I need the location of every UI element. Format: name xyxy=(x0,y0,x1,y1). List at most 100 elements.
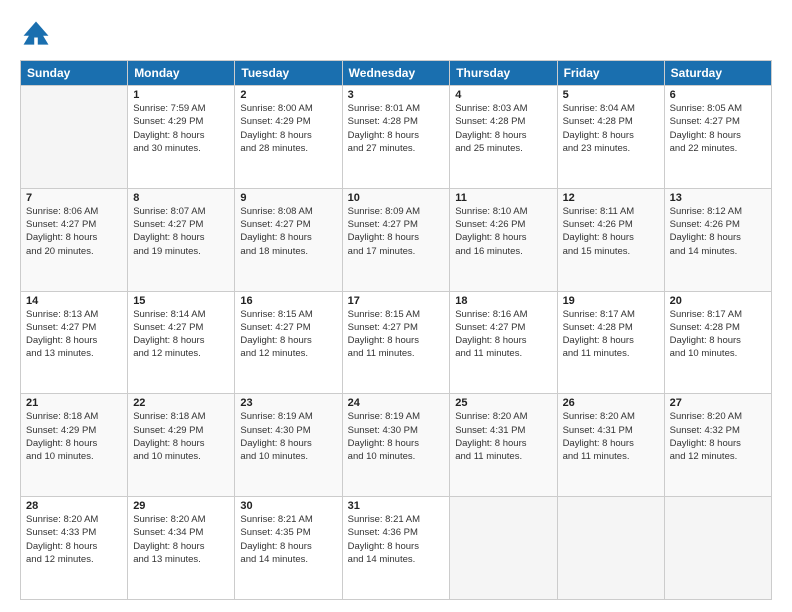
daylight-minutes-label: and 25 minutes. xyxy=(455,143,523,154)
sunset-label: Sunset: 4:27 PM xyxy=(348,219,418,230)
calendar-cell: 24Sunrise: 8:19 AMSunset: 4:30 PMDayligh… xyxy=(342,394,450,497)
daylight-minutes-label: and 10 minutes. xyxy=(348,451,416,462)
day-info: Sunrise: 8:17 AMSunset: 4:28 PMDaylight:… xyxy=(670,308,766,361)
sunrise-label: Sunrise: 8:00 AM xyxy=(240,103,312,114)
calendar-cell: 2Sunrise: 8:00 AMSunset: 4:29 PMDaylight… xyxy=(235,86,342,189)
daylight-minutes-label: and 22 minutes. xyxy=(670,143,738,154)
daylight-label: Daylight: 8 hours xyxy=(240,130,311,141)
day-number: 14 xyxy=(26,295,122,307)
sunset-label: Sunset: 4:28 PM xyxy=(348,116,418,127)
daylight-label: Daylight: 8 hours xyxy=(670,232,741,243)
sunset-label: Sunset: 4:30 PM xyxy=(240,425,310,436)
daylight-label: Daylight: 8 hours xyxy=(133,232,204,243)
daylight-label: Daylight: 8 hours xyxy=(563,335,634,346)
calendar-cell: 3Sunrise: 8:01 AMSunset: 4:28 PMDaylight… xyxy=(342,86,450,189)
calendar-cell: 5Sunrise: 8:04 AMSunset: 4:28 PMDaylight… xyxy=(557,86,664,189)
page: SundayMondayTuesdayWednesdayThursdayFrid… xyxy=(0,0,792,612)
sunrise-label: Sunrise: 8:17 AM xyxy=(563,309,635,320)
day-info: Sunrise: 8:05 AMSunset: 4:27 PMDaylight:… xyxy=(670,102,766,155)
day-info: Sunrise: 8:14 AMSunset: 4:27 PMDaylight:… xyxy=(133,308,229,361)
sunrise-label: Sunrise: 8:10 AM xyxy=(455,206,527,217)
sunset-label: Sunset: 4:27 PM xyxy=(240,322,310,333)
daylight-minutes-label: and 11 minutes. xyxy=(563,348,630,359)
day-number: 3 xyxy=(348,89,445,101)
day-number: 1 xyxy=(133,89,229,101)
day-number: 31 xyxy=(348,500,445,512)
day-number: 30 xyxy=(240,500,336,512)
daylight-label: Daylight: 8 hours xyxy=(348,541,419,552)
calendar-cell: 8Sunrise: 8:07 AMSunset: 4:27 PMDaylight… xyxy=(128,188,235,291)
sunset-label: Sunset: 4:35 PM xyxy=(240,527,310,538)
day-info: Sunrise: 8:08 AMSunset: 4:27 PMDaylight:… xyxy=(240,205,336,258)
sunset-label: Sunset: 4:30 PM xyxy=(348,425,418,436)
sunrise-label: Sunrise: 8:09 AM xyxy=(348,206,420,217)
calendar-cell: 6Sunrise: 8:05 AMSunset: 4:27 PMDaylight… xyxy=(664,86,771,189)
daylight-minutes-label: and 14 minutes. xyxy=(240,554,308,565)
day-info: Sunrise: 8:00 AMSunset: 4:29 PMDaylight:… xyxy=(240,102,336,155)
sunrise-label: Sunrise: 8:06 AM xyxy=(26,206,98,217)
sunset-label: Sunset: 4:34 PM xyxy=(133,527,203,538)
calendar-cell: 13Sunrise: 8:12 AMSunset: 4:26 PMDayligh… xyxy=(664,188,771,291)
daylight-label: Daylight: 8 hours xyxy=(563,232,634,243)
day-info: Sunrise: 8:20 AMSunset: 4:31 PMDaylight:… xyxy=(455,410,551,463)
sunset-label: Sunset: 4:32 PM xyxy=(670,425,740,436)
daylight-label: Daylight: 8 hours xyxy=(348,130,419,141)
sunset-label: Sunset: 4:28 PM xyxy=(670,322,740,333)
daylight-minutes-label: and 11 minutes. xyxy=(563,451,630,462)
day-number: 5 xyxy=(563,89,659,101)
daylight-minutes-label: and 28 minutes. xyxy=(240,143,308,154)
calendar-cell: 4Sunrise: 8:03 AMSunset: 4:28 PMDaylight… xyxy=(450,86,557,189)
calendar-cell: 14Sunrise: 8:13 AMSunset: 4:27 PMDayligh… xyxy=(21,291,128,394)
sunrise-label: Sunrise: 8:20 AM xyxy=(26,514,98,525)
daylight-label: Daylight: 8 hours xyxy=(348,335,419,346)
day-info: Sunrise: 8:20 AMSunset: 4:31 PMDaylight:… xyxy=(563,410,659,463)
day-header-wednesday: Wednesday xyxy=(342,61,450,86)
daylight-label: Daylight: 8 hours xyxy=(240,438,311,449)
calendar-header-row: SundayMondayTuesdayWednesdayThursdayFrid… xyxy=(21,61,772,86)
calendar-cell xyxy=(557,497,664,600)
daylight-minutes-label: and 10 minutes. xyxy=(26,451,94,462)
sunrise-label: Sunrise: 8:21 AM xyxy=(348,514,420,525)
daylight-minutes-label: and 13 minutes. xyxy=(26,348,94,359)
day-number: 8 xyxy=(133,192,229,204)
calendar-week-row: 14Sunrise: 8:13 AMSunset: 4:27 PMDayligh… xyxy=(21,291,772,394)
day-header-monday: Monday xyxy=(128,61,235,86)
day-number: 23 xyxy=(240,397,336,409)
sunrise-label: Sunrise: 8:18 AM xyxy=(26,411,98,422)
sunrise-label: Sunrise: 8:20 AM xyxy=(670,411,742,422)
daylight-label: Daylight: 8 hours xyxy=(240,541,311,552)
daylight-label: Daylight: 8 hours xyxy=(455,130,526,141)
calendar-week-row: 1Sunrise: 7:59 AMSunset: 4:29 PMDaylight… xyxy=(21,86,772,189)
sunset-label: Sunset: 4:27 PM xyxy=(240,219,310,230)
day-info: Sunrise: 8:21 AMSunset: 4:36 PMDaylight:… xyxy=(348,513,445,566)
daylight-label: Daylight: 8 hours xyxy=(26,541,97,552)
sunset-label: Sunset: 4:27 PM xyxy=(348,322,418,333)
sunrise-label: Sunrise: 8:19 AM xyxy=(348,411,420,422)
daylight-minutes-label: and 13 minutes. xyxy=(133,554,201,565)
day-number: 19 xyxy=(563,295,659,307)
sunrise-label: Sunrise: 8:18 AM xyxy=(133,411,205,422)
calendar-cell: 22Sunrise: 8:18 AMSunset: 4:29 PMDayligh… xyxy=(128,394,235,497)
calendar-cell: 12Sunrise: 8:11 AMSunset: 4:26 PMDayligh… xyxy=(557,188,664,291)
sunset-label: Sunset: 4:27 PM xyxy=(26,219,96,230)
day-header-sunday: Sunday xyxy=(21,61,128,86)
calendar-cell: 26Sunrise: 8:20 AMSunset: 4:31 PMDayligh… xyxy=(557,394,664,497)
day-info: Sunrise: 8:10 AMSunset: 4:26 PMDaylight:… xyxy=(455,205,551,258)
calendar-cell: 23Sunrise: 8:19 AMSunset: 4:30 PMDayligh… xyxy=(235,394,342,497)
sunrise-label: Sunrise: 8:04 AM xyxy=(563,103,635,114)
day-header-thursday: Thursday xyxy=(450,61,557,86)
sunset-label: Sunset: 4:29 PM xyxy=(133,116,203,127)
day-info: Sunrise: 8:17 AMSunset: 4:28 PMDaylight:… xyxy=(563,308,659,361)
sunset-label: Sunset: 4:27 PM xyxy=(133,322,203,333)
header xyxy=(20,18,772,50)
daylight-minutes-label: and 11 minutes. xyxy=(348,348,415,359)
day-info: Sunrise: 8:07 AMSunset: 4:27 PMDaylight:… xyxy=(133,205,229,258)
sunset-label: Sunset: 4:26 PM xyxy=(563,219,633,230)
day-info: Sunrise: 7:59 AMSunset: 4:29 PMDaylight:… xyxy=(133,102,229,155)
calendar-cell: 15Sunrise: 8:14 AMSunset: 4:27 PMDayligh… xyxy=(128,291,235,394)
sunset-label: Sunset: 4:27 PM xyxy=(670,116,740,127)
calendar-cell: 27Sunrise: 8:20 AMSunset: 4:32 PMDayligh… xyxy=(664,394,771,497)
day-number: 25 xyxy=(455,397,551,409)
day-number: 15 xyxy=(133,295,229,307)
sunrise-label: Sunrise: 8:20 AM xyxy=(133,514,205,525)
